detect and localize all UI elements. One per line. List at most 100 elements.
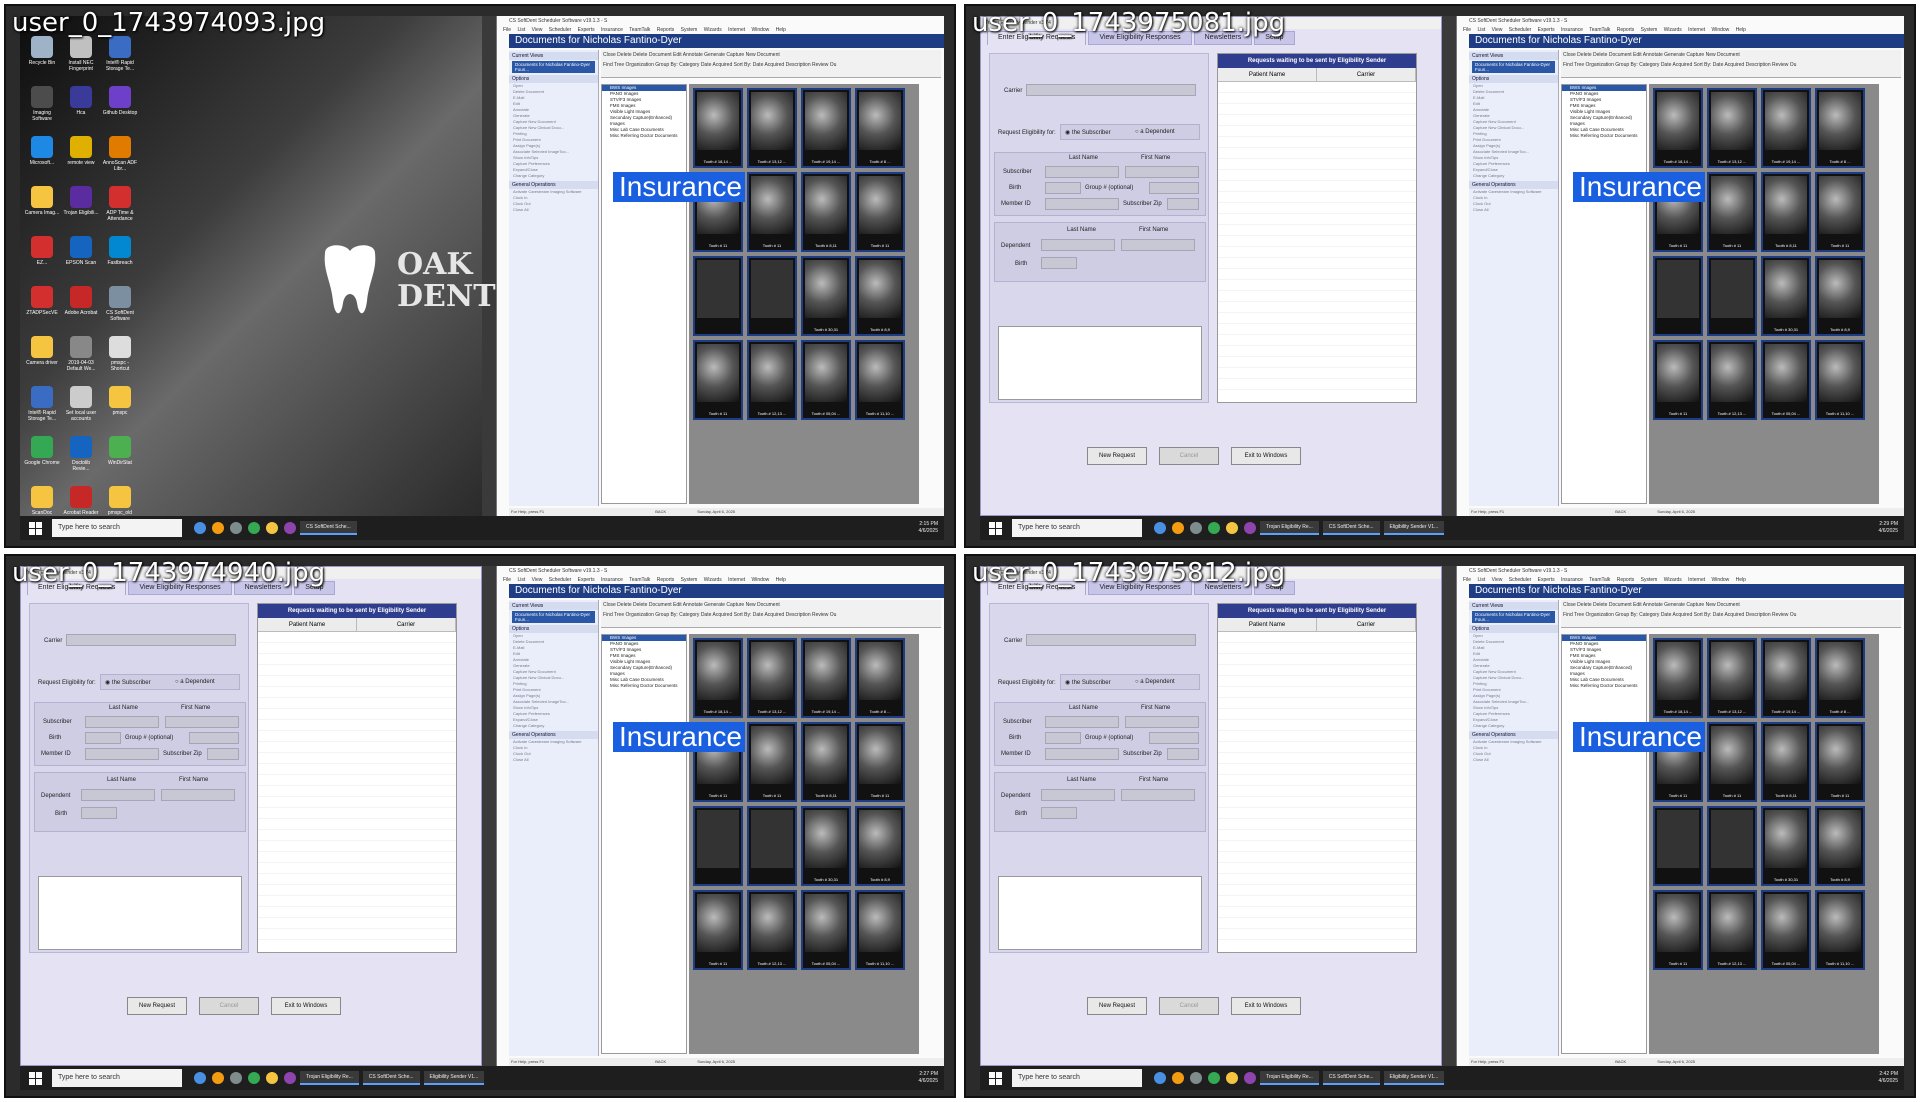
pinned-app-icon[interactable] <box>212 1072 224 1084</box>
pinned-app-icon[interactable] <box>230 522 242 534</box>
subscriber-last-name-input[interactable] <box>85 716 159 728</box>
group-input[interactable] <box>1149 732 1199 744</box>
xray-thumbnail[interactable]: Tooth # 11 <box>693 340 743 420</box>
current-views-header[interactable]: Current Views <box>509 52 598 60</box>
queue-rows[interactable] <box>1218 632 1416 942</box>
tree-item[interactable]: Secondary Capture(Enhanced) Images <box>602 665 686 677</box>
radio-dependent[interactable]: ○ a Dependent <box>1135 679 1175 685</box>
dependent-last-name-input[interactable] <box>1041 239 1115 251</box>
system-clock[interactable]: 2:27 PM 4/6/2025 <box>919 1071 938 1085</box>
radio-subscriber[interactable]: ◉ the Subscriber <box>105 679 151 686</box>
dependent-first-name-input[interactable] <box>1121 239 1195 251</box>
xray-thumbnail[interactable]: Tooth # 8 ... <box>855 88 905 168</box>
general-op-item[interactable]: Close All <box>1469 757 1558 763</box>
xray-thumbnail[interactable]: Tooth # 11 <box>1815 172 1865 252</box>
member-id-input[interactable] <box>1045 198 1119 210</box>
tree-item[interactable]: Misc Referring Doctor Documents <box>1562 133 1646 139</box>
queue-rows[interactable] <box>1218 82 1416 392</box>
pinned-app-icon[interactable] <box>248 522 260 534</box>
xray-thumbnail[interactable]: Tooth # 19,14 ... <box>801 88 851 168</box>
new-request-button[interactable]: New Request <box>127 997 187 1015</box>
desktop-shortcut[interactable]: Microsoft... <box>24 136 60 180</box>
desktop-shortcut[interactable]: Hca <box>63 86 99 130</box>
desktop-shortcut[interactable]: CS SoftDent Software <box>102 286 138 330</box>
col-carrier[interactable]: Carrier <box>1317 618 1416 631</box>
menu-bar[interactable]: File List View Scheduler Experts Insuran… <box>497 26 944 34</box>
options-header[interactable]: Options <box>1469 75 1558 83</box>
xray-thumbnail[interactable] <box>1653 806 1703 886</box>
general-op-item[interactable]: Close All <box>1469 207 1558 213</box>
taskbar-search[interactable]: Type here to search <box>1012 519 1142 537</box>
tree-item[interactable]: Secondary Capture(Enhanced) Images <box>602 115 686 127</box>
xray-thumbnail[interactable]: Tooth # 8,9 <box>1815 806 1865 886</box>
desktop-shortcut[interactable]: EPSON Scan <box>63 236 99 280</box>
xray-thumbnail[interactable]: Tooth # 11,10 ... <box>855 890 905 970</box>
toolbar-organization[interactable]: Find Tree Organization Group By: Categor… <box>1563 612 1899 618</box>
xray-thumbnail[interactable]: Tooth # 8,11 <box>801 722 851 802</box>
toolbar-actions[interactable]: Close Delete Delete Document Edit Annota… <box>1563 602 1899 608</box>
pinned-app-icon[interactable] <box>230 1072 242 1084</box>
xray-thumbnail[interactable] <box>693 256 743 336</box>
taskbar-search[interactable]: Type here to search <box>52 1069 182 1087</box>
subscriber-first-name-input[interactable] <box>1125 716 1199 728</box>
toolbar-organization[interactable]: Find Tree Organization Group By: Categor… <box>1563 62 1899 68</box>
xray-thumbnail[interactable]: Tooth # 8,11 <box>1761 722 1811 802</box>
desktop-shortcut[interactable]: Camera driver <box>24 336 60 380</box>
pinned-app-icon[interactable] <box>1154 1072 1166 1084</box>
desktop-shortcut[interactable]: ADP Time & Attendance <box>102 186 138 230</box>
desktop-shortcut[interactable]: Google Chrome <box>24 436 60 480</box>
xray-thumbnail[interactable]: Tooth # 30,31 <box>1761 256 1811 336</box>
xray-thumbnail[interactable]: Tooth # 11 <box>747 172 797 252</box>
pinned-app-icon[interactable] <box>1190 1072 1202 1084</box>
xray-thumbnail[interactable]: Tooth # 13,12 ... <box>1707 88 1757 168</box>
subscriber-last-name-input[interactable] <box>1045 166 1119 178</box>
option-item[interactable]: Change Category <box>1469 723 1558 729</box>
response-notes-area[interactable] <box>998 326 1202 400</box>
start-button[interactable] <box>26 519 44 537</box>
dependent-last-name-input[interactable] <box>1041 789 1115 801</box>
pinned-app-icon[interactable] <box>1226 522 1238 534</box>
subscriber-first-name-input[interactable] <box>1125 166 1199 178</box>
option-item[interactable]: Change Category <box>509 173 598 179</box>
desktop-shortcut[interactable]: Camera Imag... <box>24 186 60 230</box>
desktop-shortcut[interactable]: Intel® Rapid Storage Te... <box>24 386 60 430</box>
xray-thumbnail[interactable]: Tooth # 05,04 ... <box>1761 890 1811 970</box>
xray-thumbnail[interactable]: Tooth # 05,04 ... <box>801 890 851 970</box>
xray-thumbnail[interactable]: Tooth # 8,9 <box>855 256 905 336</box>
xray-thumbnail[interactable]: Tooth # 8,11 <box>1761 172 1811 252</box>
xray-thumbnail[interactable]: Tooth # 11 <box>1815 722 1865 802</box>
xray-thumbnail[interactable] <box>1707 806 1757 886</box>
menu-bar[interactable]: File List View Scheduler Experts Insuran… <box>1457 576 1904 584</box>
xray-thumbnail[interactable]: Tooth # 11 <box>1707 722 1757 802</box>
taskbar-app[interactable]: Trojan Eligibility Re... <box>300 1071 359 1085</box>
subscriber-zip-input[interactable] <box>207 748 239 760</box>
dependent-last-name-input[interactable] <box>81 789 155 801</box>
xray-thumbnail[interactable]: Tooth # 12,13 ... <box>1707 340 1757 420</box>
xray-thumbnail[interactable]: Tooth # 18,14 ... <box>1653 638 1703 718</box>
desktop-shortcut[interactable]: Set local user accounts <box>63 386 99 430</box>
tree-item[interactable]: Misc Referring Doctor Documents <box>602 133 686 139</box>
carrier-select[interactable] <box>66 634 236 646</box>
subscriber-birth-input[interactable] <box>85 732 121 744</box>
toolbar-organization[interactable]: Find Tree Organization Group By: Categor… <box>603 612 939 618</box>
options-header[interactable]: Options <box>1469 625 1558 633</box>
desktop-shortcut[interactable]: AnnoScan ADF Libr... <box>102 136 138 180</box>
toolbar-actions[interactable]: Close Delete Delete Document Edit Annota… <box>1563 52 1899 58</box>
member-id-input[interactable] <box>1045 748 1119 760</box>
taskbar-app[interactable]: CS SoftDent Sche... <box>1322 521 1380 535</box>
member-id-input[interactable] <box>85 748 159 760</box>
xray-thumbnail[interactable]: Tooth # 12,13 ... <box>747 340 797 420</box>
xray-thumbnail[interactable]: Tooth # 11 <box>693 890 743 970</box>
radio-dependent[interactable]: ○ a Dependent <box>1135 129 1175 135</box>
subscriber-birth-input[interactable] <box>1045 732 1081 744</box>
xray-thumbnail[interactable]: Tooth # 11 <box>747 722 797 802</box>
desktop-shortcut[interactable]: Install NEC Fingerprint <box>63 36 99 80</box>
response-notes-area[interactable] <box>998 876 1202 950</box>
general-op-item[interactable]: Close All <box>509 757 598 763</box>
options-header[interactable]: Options <box>509 625 598 633</box>
xray-thumbnail[interactable]: Tooth # 11 <box>855 172 905 252</box>
xray-thumbnail[interactable]: Tooth # 19,14 ... <box>1761 88 1811 168</box>
taskbar-app[interactable]: Eligibility Sender V1... <box>1383 521 1445 535</box>
xray-thumbnail[interactable]: Tooth # 8,9 <box>1815 256 1865 336</box>
pinned-app-icon[interactable] <box>284 522 296 534</box>
